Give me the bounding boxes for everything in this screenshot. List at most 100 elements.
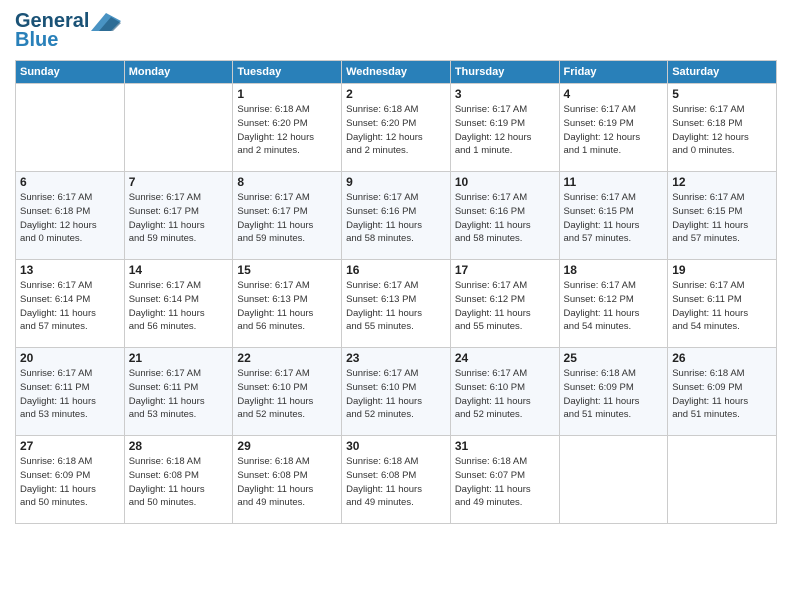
col-header-thursday: Thursday (450, 61, 559, 84)
calendar-cell: 26 Sunrise: 6:18 AM Sunset: 6:09 PM Dayli… (668, 348, 777, 436)
calendar-cell: 7 Sunrise: 6:17 AM Sunset: 6:17 PM Daylig… (124, 172, 233, 260)
day-info: Sunrise: 6:17 AM Sunset: 6:19 PM Dayligh… (455, 103, 555, 158)
col-header-saturday: Saturday (668, 61, 777, 84)
day-info: Sunrise: 6:17 AM Sunset: 6:16 PM Dayligh… (455, 191, 555, 246)
calendar-cell (668, 436, 777, 524)
day-info: Sunrise: 6:18 AM Sunset: 6:09 PM Dayligh… (672, 367, 772, 422)
calendar-cell: 11 Sunrise: 6:17 AM Sunset: 6:15 PM Dayli… (559, 172, 668, 260)
day-info: Sunrise: 6:18 AM Sunset: 6:07 PM Dayligh… (455, 455, 555, 510)
calendar-cell: 13 Sunrise: 6:17 AM Sunset: 6:14 PM Dayli… (16, 260, 125, 348)
col-header-friday: Friday (559, 61, 668, 84)
day-number: 16 (346, 263, 446, 277)
header: General Blue (15, 10, 777, 52)
col-header-sunday: Sunday (16, 61, 125, 84)
day-number: 11 (564, 175, 664, 189)
calendar-cell: 1 Sunrise: 6:18 AM Sunset: 6:20 PM Daylig… (233, 84, 342, 172)
day-number: 20 (20, 351, 120, 365)
day-number: 31 (455, 439, 555, 453)
day-info: Sunrise: 6:17 AM Sunset: 6:10 PM Dayligh… (346, 367, 446, 422)
day-info: Sunrise: 6:17 AM Sunset: 6:13 PM Dayligh… (346, 279, 446, 334)
calendar-week-row: 27 Sunrise: 6:18 AM Sunset: 6:09 PM Dayli… (16, 436, 777, 524)
day-info: Sunrise: 6:17 AM Sunset: 6:11 PM Dayligh… (129, 367, 229, 422)
day-info: Sunrise: 6:18 AM Sunset: 6:08 PM Dayligh… (129, 455, 229, 510)
day-info: Sunrise: 6:17 AM Sunset: 6:10 PM Dayligh… (455, 367, 555, 422)
day-info: Sunrise: 6:18 AM Sunset: 6:09 PM Dayligh… (20, 455, 120, 510)
calendar-cell: 16 Sunrise: 6:17 AM Sunset: 6:13 PM Dayli… (342, 260, 451, 348)
day-number: 13 (20, 263, 120, 277)
day-info: Sunrise: 6:17 AM Sunset: 6:19 PM Dayligh… (564, 103, 664, 158)
logo-blue: Blue (15, 29, 58, 52)
day-number: 26 (672, 351, 772, 365)
calendar-cell: 5 Sunrise: 6:17 AM Sunset: 6:18 PM Daylig… (668, 84, 777, 172)
day-info: Sunrise: 6:18 AM Sunset: 6:09 PM Dayligh… (564, 367, 664, 422)
day-number: 30 (346, 439, 446, 453)
day-number: 21 (129, 351, 229, 365)
calendar-cell (124, 84, 233, 172)
day-number: 17 (455, 263, 555, 277)
day-number: 25 (564, 351, 664, 365)
day-number: 14 (129, 263, 229, 277)
day-number: 28 (129, 439, 229, 453)
day-info: Sunrise: 6:17 AM Sunset: 6:10 PM Dayligh… (237, 367, 337, 422)
calendar-cell: 8 Sunrise: 6:17 AM Sunset: 6:17 PM Daylig… (233, 172, 342, 260)
day-number: 24 (455, 351, 555, 365)
day-number: 15 (237, 263, 337, 277)
col-header-tuesday: Tuesday (233, 61, 342, 84)
day-info: Sunrise: 6:17 AM Sunset: 6:11 PM Dayligh… (672, 279, 772, 334)
calendar-cell: 30 Sunrise: 6:18 AM Sunset: 6:08 PM Dayli… (342, 436, 451, 524)
day-number: 23 (346, 351, 446, 365)
day-number: 2 (346, 87, 446, 101)
day-number: 12 (672, 175, 772, 189)
day-info: Sunrise: 6:18 AM Sunset: 6:20 PM Dayligh… (346, 103, 446, 158)
calendar-cell: 10 Sunrise: 6:17 AM Sunset: 6:16 PM Dayli… (450, 172, 559, 260)
calendar-week-row: 20 Sunrise: 6:17 AM Sunset: 6:11 PM Dayli… (16, 348, 777, 436)
calendar-cell (16, 84, 125, 172)
day-number: 29 (237, 439, 337, 453)
day-number: 27 (20, 439, 120, 453)
day-info: Sunrise: 6:17 AM Sunset: 6:17 PM Dayligh… (129, 191, 229, 246)
page: General Blue SundayMondayTuesdayWednesda… (0, 0, 792, 612)
calendar-cell: 27 Sunrise: 6:18 AM Sunset: 6:09 PM Dayli… (16, 436, 125, 524)
calendar-cell: 20Sunrise: 6:17 AM Sunset: 6:11 PM Dayli… (16, 348, 125, 436)
calendar-cell: 17 Sunrise: 6:17 AM Sunset: 6:12 PM Dayli… (450, 260, 559, 348)
day-number: 6 (20, 175, 120, 189)
calendar-cell (559, 436, 668, 524)
calendar-cell: 23 Sunrise: 6:17 AM Sunset: 6:10 PM Dayli… (342, 348, 451, 436)
day-number: 7 (129, 175, 229, 189)
calendar-cell: 3Sunrise: 6:17 AM Sunset: 6:19 PM Daylig… (450, 84, 559, 172)
day-info: Sunrise: 6:17 AM Sunset: 6:15 PM Dayligh… (564, 191, 664, 246)
logo-bird-icon (91, 13, 121, 31)
day-number: 19 (672, 263, 772, 277)
day-number: 1 (237, 87, 337, 101)
calendar-cell: 2 Sunrise: 6:18 AM Sunset: 6:20 PM Daylig… (342, 84, 451, 172)
day-info: Sunrise: 6:17 AM Sunset: 6:18 PM Dayligh… (672, 103, 772, 158)
day-info: Sunrise: 6:17 AM Sunset: 6:17 PM Dayligh… (237, 191, 337, 246)
day-info: Sunrise: 6:17 AM Sunset: 6:14 PM Dayligh… (129, 279, 229, 334)
calendar-cell: 22Sunrise: 6:17 AM Sunset: 6:10 PM Dayli… (233, 348, 342, 436)
day-number: 8 (237, 175, 337, 189)
day-number: 9 (346, 175, 446, 189)
day-info: Sunrise: 6:17 AM Sunset: 6:18 PM Dayligh… (20, 191, 120, 246)
day-number: 10 (455, 175, 555, 189)
calendar-table: SundayMondayTuesdayWednesdayThursdayFrid… (15, 60, 777, 524)
day-number: 18 (564, 263, 664, 277)
col-header-monday: Monday (124, 61, 233, 84)
day-number: 5 (672, 87, 772, 101)
day-info: Sunrise: 6:17 AM Sunset: 6:14 PM Dayligh… (20, 279, 120, 334)
calendar-week-row: 6 Sunrise: 6:17 AM Sunset: 6:18 PM Daylig… (16, 172, 777, 260)
day-info: Sunrise: 6:18 AM Sunset: 6:08 PM Dayligh… (346, 455, 446, 510)
calendar-cell: 18 Sunrise: 6:17 AM Sunset: 6:12 PM Dayli… (559, 260, 668, 348)
day-number: 4 (564, 87, 664, 101)
calendar-cell: 4 Sunrise: 6:17 AM Sunset: 6:19 PM Daylig… (559, 84, 668, 172)
calendar-cell: 24 Sunrise: 6:17 AM Sunset: 6:10 PM Dayli… (450, 348, 559, 436)
calendar-cell: 29Sunrise: 6:18 AM Sunset: 6:08 PM Dayli… (233, 436, 342, 524)
day-info: Sunrise: 6:17 AM Sunset: 6:16 PM Dayligh… (346, 191, 446, 246)
day-info: Sunrise: 6:17 AM Sunset: 6:12 PM Dayligh… (455, 279, 555, 334)
day-info: Sunrise: 6:17 AM Sunset: 6:12 PM Dayligh… (564, 279, 664, 334)
calendar-cell: 31 Sunrise: 6:18 AM Sunset: 6:07 PM Dayli… (450, 436, 559, 524)
calendar-week-row: 1 Sunrise: 6:18 AM Sunset: 6:20 PM Daylig… (16, 84, 777, 172)
day-info: Sunrise: 6:18 AM Sunset: 6:20 PM Dayligh… (237, 103, 337, 158)
calendar-cell: 12Sunrise: 6:17 AM Sunset: 6:15 PM Dayli… (668, 172, 777, 260)
calendar-header-row: SundayMondayTuesdayWednesdayThursdayFrid… (16, 61, 777, 84)
col-header-wednesday: Wednesday (342, 61, 451, 84)
